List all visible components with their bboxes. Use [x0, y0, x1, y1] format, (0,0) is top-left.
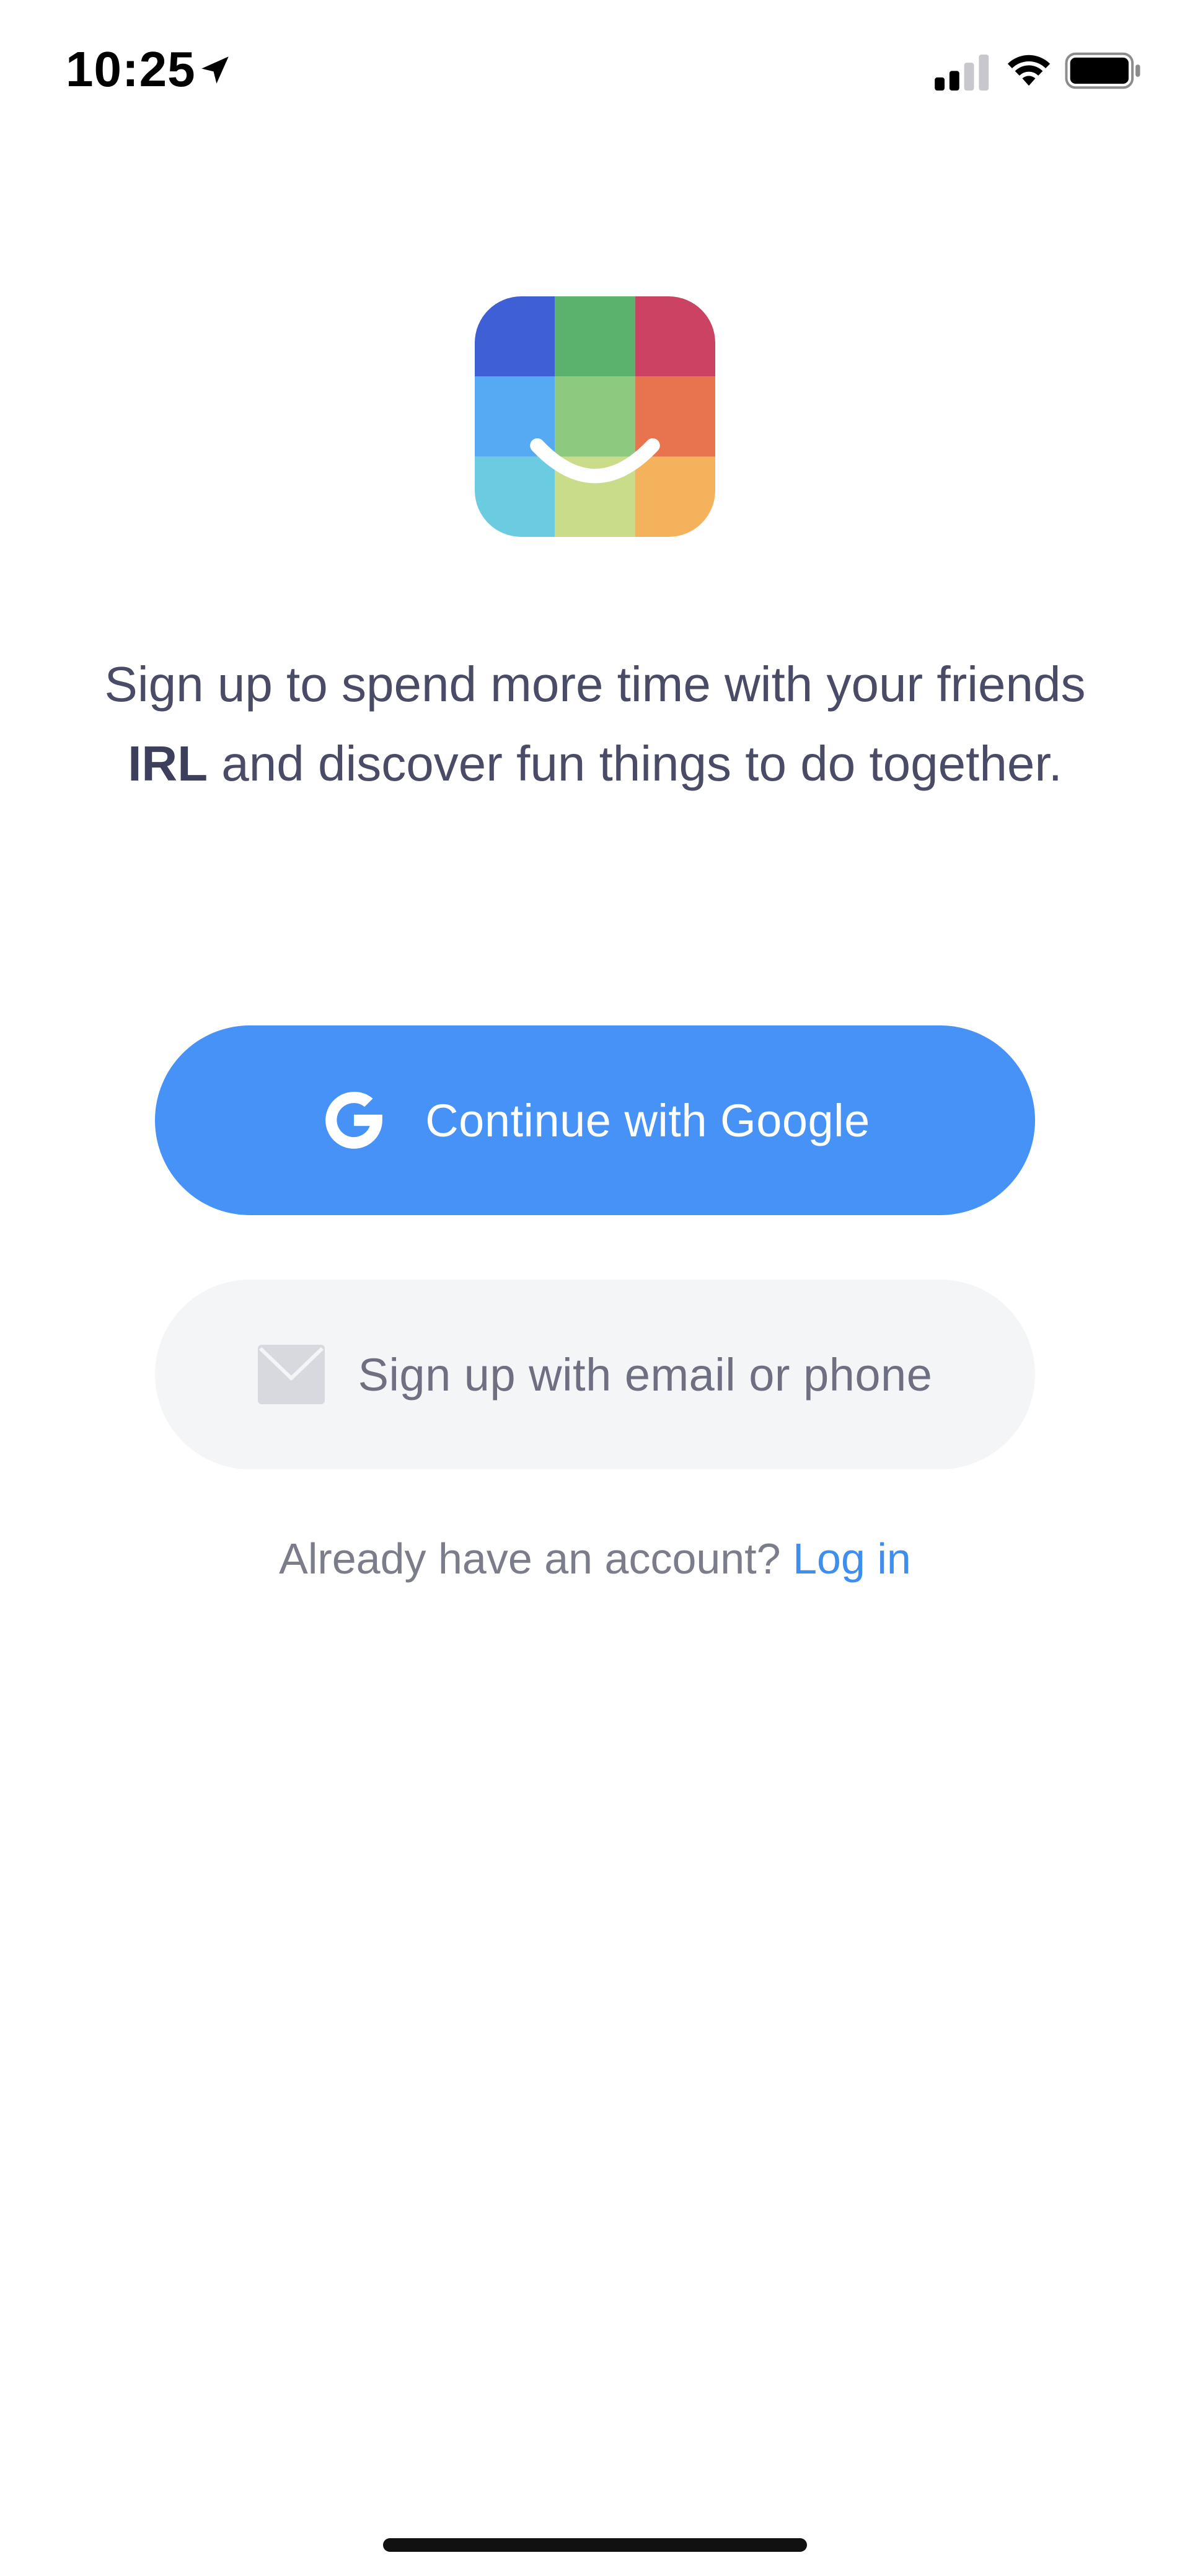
- google-button-label: Continue with Google: [425, 1094, 870, 1146]
- sign-up-email-phone-button[interactable]: Sign up with email or phone: [155, 1280, 1035, 1469]
- tagline-bold: IRL: [128, 736, 208, 791]
- log-in-link[interactable]: Log in: [793, 1534, 911, 1583]
- login-prompt: Already have an account?: [279, 1534, 781, 1583]
- email-button-label: Sign up with email or phone: [358, 1348, 933, 1401]
- battery-icon: [1065, 52, 1140, 89]
- tagline-text-end: and discover fun things to do together.: [208, 736, 1062, 791]
- wifi-icon: [1007, 55, 1051, 86]
- cellular-signal-icon: [935, 55, 989, 91]
- continue-with-google-button[interactable]: Continue with Google: [155, 1025, 1035, 1215]
- home-indicator[interactable]: [383, 2538, 807, 2552]
- tagline: Sign up to spend more time with your fri…: [93, 645, 1097, 803]
- status-bar: 10:25: [0, 0, 1190, 143]
- location-arrow-icon: [201, 56, 229, 84]
- login-row: Already have an account? Log in: [0, 1534, 1190, 1583]
- google-g-icon: [325, 1092, 383, 1149]
- status-time: 10:25: [66, 42, 196, 97]
- app-logo: [475, 296, 715, 537]
- envelope-icon: [257, 1345, 325, 1404]
- tagline-text: Sign up to spend more time with your fri…: [104, 657, 1086, 712]
